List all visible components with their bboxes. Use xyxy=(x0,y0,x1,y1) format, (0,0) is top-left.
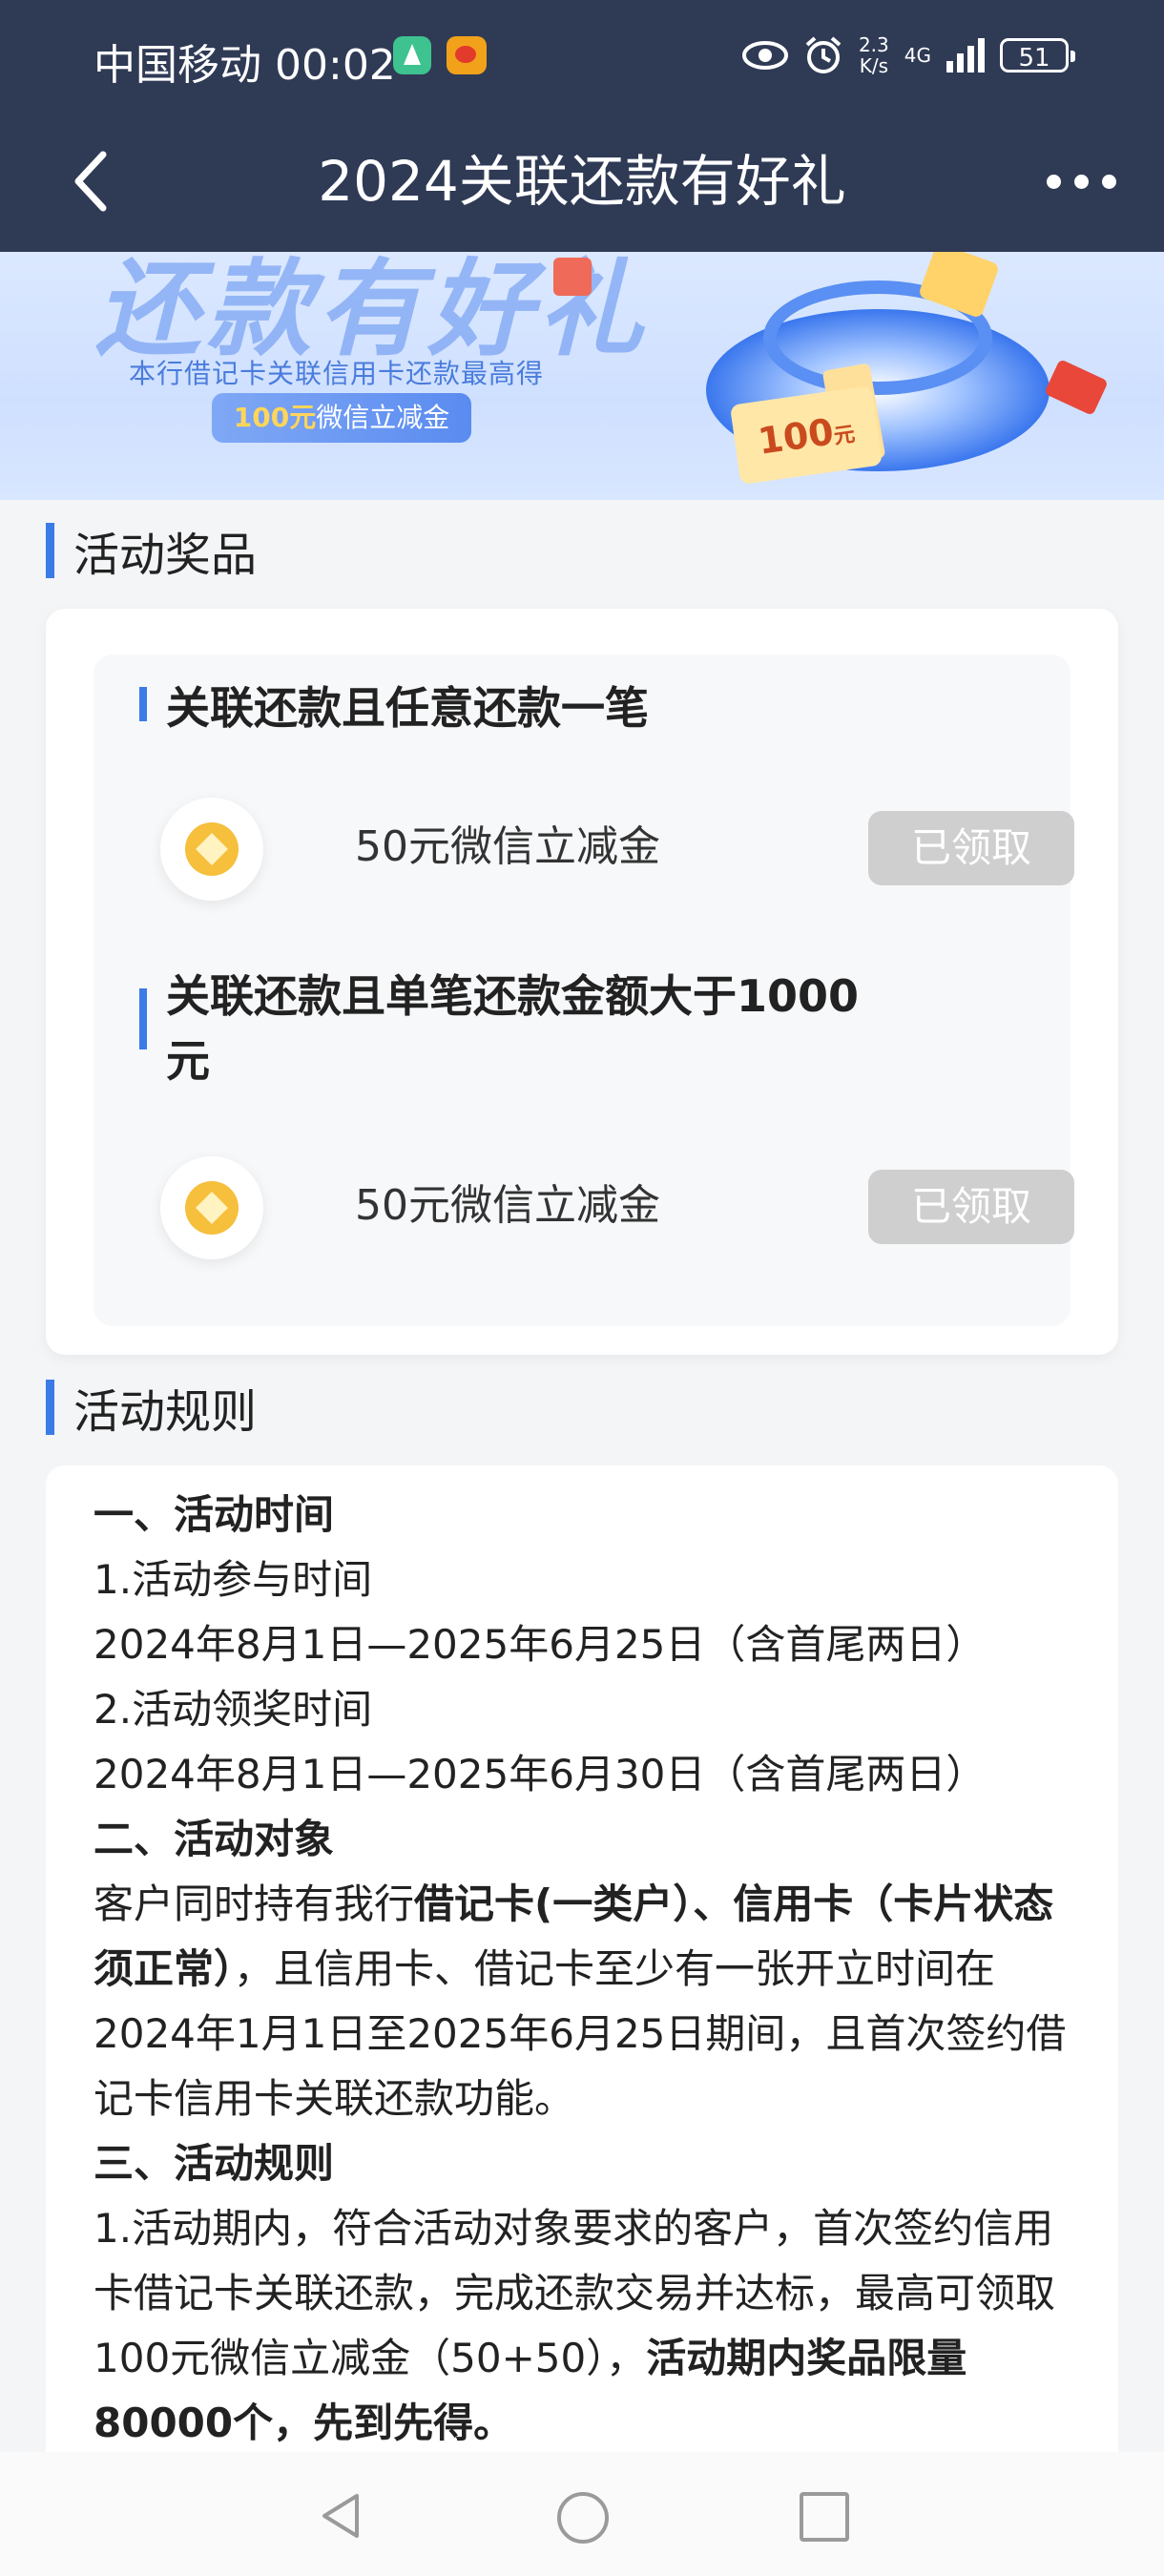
rules-subheading: 三、活动规则 xyxy=(94,2140,335,2187)
weibo-icon xyxy=(447,36,487,74)
prize-reward: 50元微信立减金 xyxy=(355,1181,660,1230)
prize-item: 关联还款且任意还款一笔 50元微信立减金 已领取 xyxy=(94,654,1074,973)
claimed-button[interactable]: 已领取 xyxy=(868,1170,1074,1244)
coin-icon xyxy=(160,1156,263,1259)
banner-pill: 100元微信立减金 xyxy=(212,393,471,443)
promo-banner: 还款有好礼 本行借记卡关联信用卡还款最高得 100元微信立减金 100元 xyxy=(0,252,1164,500)
heading-accent xyxy=(46,1380,54,1435)
battery-icon: 51 xyxy=(1000,38,1075,73)
nav-home-icon[interactable] xyxy=(557,2492,609,2544)
nav-recents-icon[interactable] xyxy=(800,2492,849,2542)
rules-subheading: 一、活动时间 xyxy=(94,1491,335,1538)
app-header: 中国移动 00:02 2.3 K/s 4G 51 2024关联还款有好礼 xyxy=(0,0,1164,252)
rules-line: 2024年8月1日—2025年6月30日（含首尾两日） xyxy=(94,1751,987,1797)
claimed-button[interactable]: 已领取 xyxy=(868,811,1074,885)
page-title: 2024关联还款有好礼 xyxy=(318,149,846,214)
dot-icon xyxy=(1102,174,1116,189)
rules-paragraph: 1.活动期内，符合活动对象要求的客户，首次签约信用卡借记卡关联还款，完成还款交易… xyxy=(94,2205,1056,2446)
prize-title: 关联还款且单笔还款金额大于1000元 xyxy=(139,964,864,1093)
rules-subheading: 二、活动对象 xyxy=(94,1816,335,1862)
rules-paragraph: 客户同时持有我行借记卡(一类户）、信用卡（卡片状态须正常），且信用卡、借记卡至少… xyxy=(94,1880,1067,2122)
status-carrier-time: 中国移动 00:02 xyxy=(94,41,396,90)
gift-icon xyxy=(553,258,592,296)
banner-subtitle: 本行借记卡关联信用卡还款最高得 xyxy=(129,358,545,389)
prize-reward: 50元微信立减金 xyxy=(355,822,660,871)
status-bar: 中国移动 00:02 2.3 K/s 4G 51 xyxy=(0,0,1164,113)
dot-icon xyxy=(1047,174,1061,189)
rules-line: 2.活动领奖时间 xyxy=(94,1686,373,1733)
prizes-card: 关联还款且任意还款一笔 50元微信立减金 已领取 关联还款且单笔还款金额大于10… xyxy=(46,609,1118,1355)
dot-icon xyxy=(1074,174,1089,189)
rules-text: 一、活动时间 1.活动参与时间 2024年8月1日—2025年6月25日（含首尾… xyxy=(94,1483,1070,2452)
system-nav-bar xyxy=(0,2452,1164,2576)
rules-line: 2024年8月1日—2025年6月25日（含首尾两日） xyxy=(94,1621,987,1668)
heading-accent xyxy=(46,523,54,578)
rules-heading: 活动规则 xyxy=(46,1380,257,1439)
prize-item: 关联还款且单笔还款金额大于1000元 50元微信立减金 已领取 xyxy=(94,943,1074,1326)
rules-line: 1.活动参与时间 xyxy=(94,1556,373,1603)
more-options-button[interactable] xyxy=(1002,160,1116,202)
coin-icon xyxy=(160,798,263,901)
notification-app-icon xyxy=(393,36,431,74)
rules-card: 一、活动时间 1.活动参与时间 2024年8月1日—2025年6月25日（含首尾… xyxy=(46,1465,1118,2452)
prizes-heading: 活动奖品 xyxy=(46,523,257,582)
nav-back-icon[interactable] xyxy=(315,2490,366,2542)
status-icons: 2.3 K/s 4G 51 xyxy=(741,27,1075,84)
eye-icon xyxy=(741,41,788,70)
red-envelope-icon xyxy=(1044,359,1109,416)
signal-icon xyxy=(946,38,985,73)
prize-title: 关联还款且任意还款一笔 xyxy=(139,675,864,740)
network-speed: 2.3 K/s xyxy=(858,33,889,77)
alarm-icon xyxy=(805,36,842,73)
network-type: 4G xyxy=(904,44,931,67)
